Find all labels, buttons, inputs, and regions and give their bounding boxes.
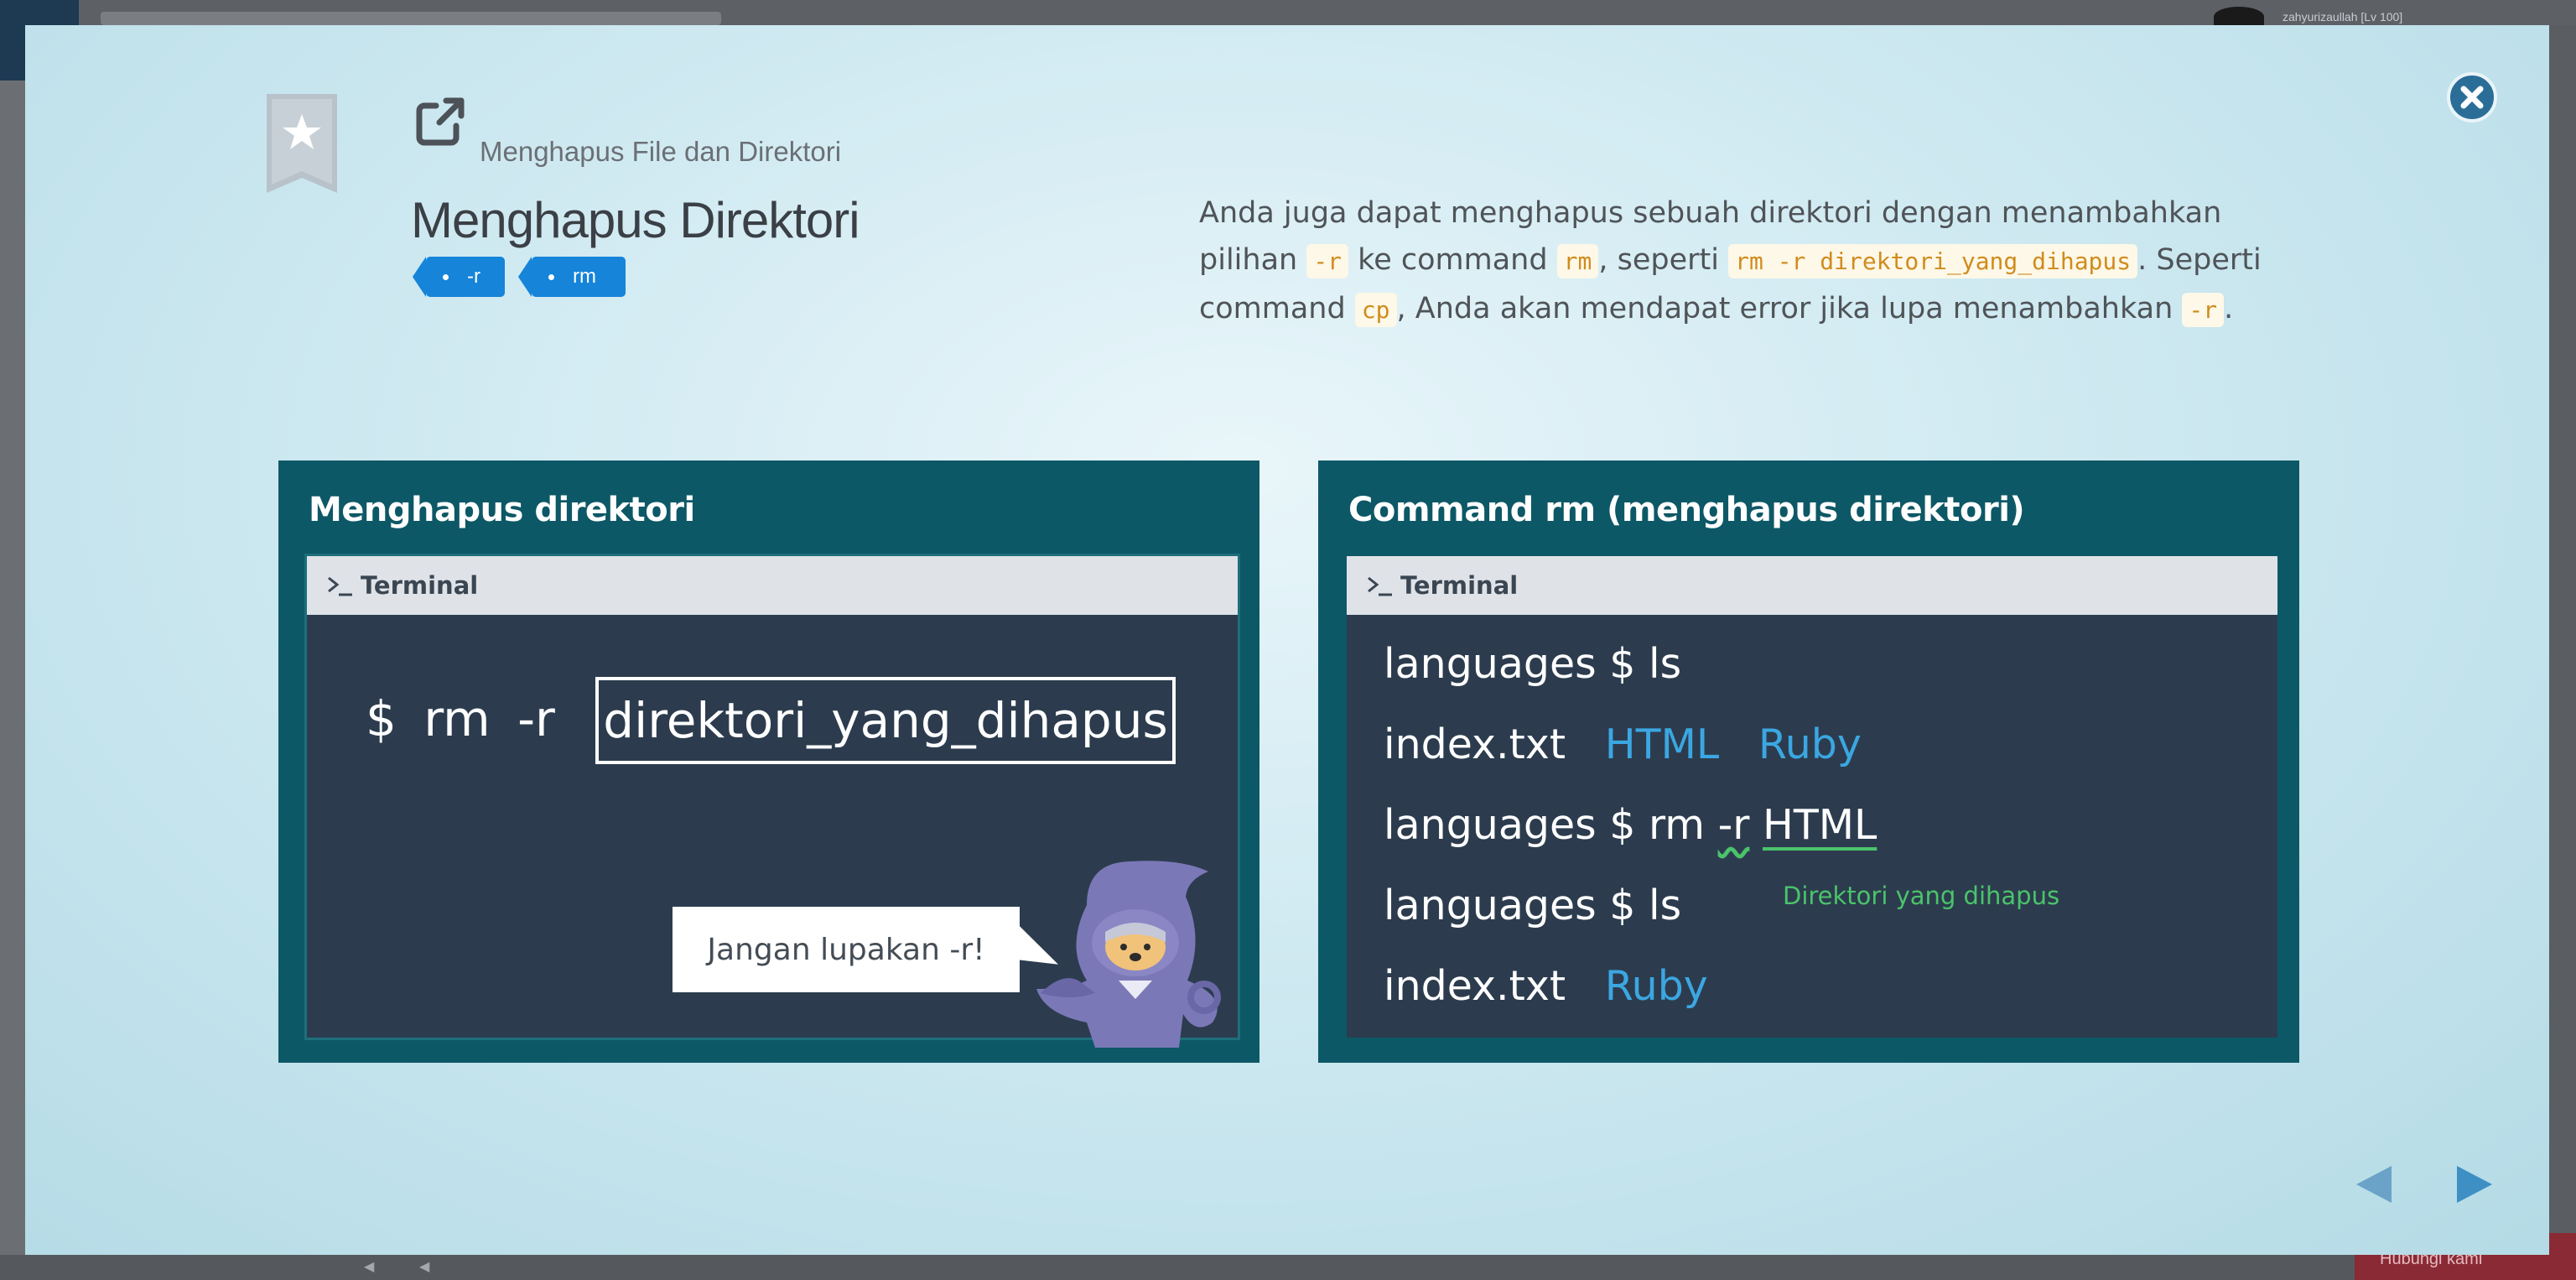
bookmark-star-icon[interactable] <box>267 94 337 193</box>
terminal-prompt-icon <box>1368 576 1392 596</box>
lesson-title: Menghapus Direktori <box>411 192 860 248</box>
background-bottom-bar <box>0 1255 2576 1280</box>
terminal-line-1: languages $ ls <box>1384 640 1682 688</box>
tag-rm[interactable]: rm <box>518 257 626 297</box>
tag-label: rm <box>573 265 596 288</box>
speech-bubble: Jangan lupakan -r! <box>673 907 1020 992</box>
terminal-label: Terminal <box>361 571 479 600</box>
terminal-line-2: index.txt HTML Ruby <box>1384 721 1862 768</box>
slide-rm-command: Command rm (menghapus direktori) Termina… <box>1318 460 2299 1063</box>
previous-slide-button[interactable] <box>2353 1163 2395 1206</box>
terminal-line-3: languages $ rm -r HTML <box>1384 801 1877 849</box>
background-username: zahyurizaullah [Lv 100] <box>2283 10 2403 23</box>
background-scroll-right-icon: ◀ <box>419 1258 430 1274</box>
file-name: index.txt <box>1384 721 1566 768</box>
annotation-note: Direktori yang dihapus <box>1783 882 2060 910</box>
description-text: ke command <box>1348 243 1557 277</box>
inline-code: rm <box>1556 244 1599 278</box>
tag-r[interactable]: -r <box>413 257 505 297</box>
external-link-icon[interactable] <box>413 92 470 149</box>
close-icon <box>2460 86 2484 109</box>
background-search-bar <box>101 12 721 25</box>
background-avatar <box>2214 7 2264 27</box>
inline-code: rm -r direktori_yang_dihapus <box>1728 244 2138 278</box>
inline-code: -r <box>1306 244 1349 278</box>
tag-label: -r <box>467 265 480 288</box>
directory-name: Ruby <box>1604 962 1708 1010</box>
ninja-mascot-icon <box>1036 861 1221 1048</box>
terminal-line-4: languages $ ls <box>1384 882 1682 929</box>
description-text: . <box>2224 292 2234 325</box>
tag-dot-icon <box>548 273 554 280</box>
next-slide-button[interactable] <box>2454 1163 2496 1206</box>
close-button[interactable] <box>2447 72 2497 122</box>
terminal-label: Terminal <box>1400 571 1519 600</box>
terminal-line-5: index.txt Ruby <box>1384 962 1708 1010</box>
command-prefix: languages $ rm <box>1384 801 1718 849</box>
directory-name: HTML <box>1604 721 1720 768</box>
terminal-titlebar: Terminal <box>307 556 1238 615</box>
slide-title: Menghapus direktori <box>309 491 695 529</box>
command-argument: HTML <box>1763 801 1877 849</box>
inline-code: -r <box>2182 293 2225 327</box>
command-argument-box: direktori_yang_dihapus <box>595 677 1176 764</box>
directory-name: Ruby <box>1758 721 1862 768</box>
command-flag: -r <box>1717 801 1750 849</box>
terminal-window: Terminal languages $ ls index.txt HTML R… <box>1347 556 2277 1038</box>
slide-remove-directory: Menghapus direktori Terminal $ rm -r dir… <box>278 460 1259 1063</box>
file-name: index.txt <box>1384 962 1566 1010</box>
lesson-description: Anda juga dapat menghapus sebuah direkto… <box>1199 190 2289 334</box>
description-text: , seperti <box>1598 243 1729 277</box>
lesson-modal: Menghapus File dan Direktori Menghapus D… <box>25 25 2549 1255</box>
inline-code: cp <box>1354 293 1397 327</box>
terminal-titlebar: Terminal <box>1347 556 2277 615</box>
slide-title: Command rm (menghapus direktori) <box>1348 491 2025 529</box>
terminal-prompt-icon <box>328 576 352 596</box>
background-scroll-left-icon: ◀ <box>364 1258 375 1274</box>
description-text: , Anda akan mendapat error jika lupa men… <box>1396 292 2183 325</box>
section-title[interactable]: Menghapus File dan Direktori <box>480 136 841 168</box>
command-text: $ rm -r <box>366 690 555 747</box>
terminal-window: Terminal $ rm -r direktori_yang_dihapus … <box>307 556 1238 1048</box>
background-scrollbar[interactable] <box>2549 25 2576 1233</box>
tag-dot-icon <box>443 273 449 280</box>
